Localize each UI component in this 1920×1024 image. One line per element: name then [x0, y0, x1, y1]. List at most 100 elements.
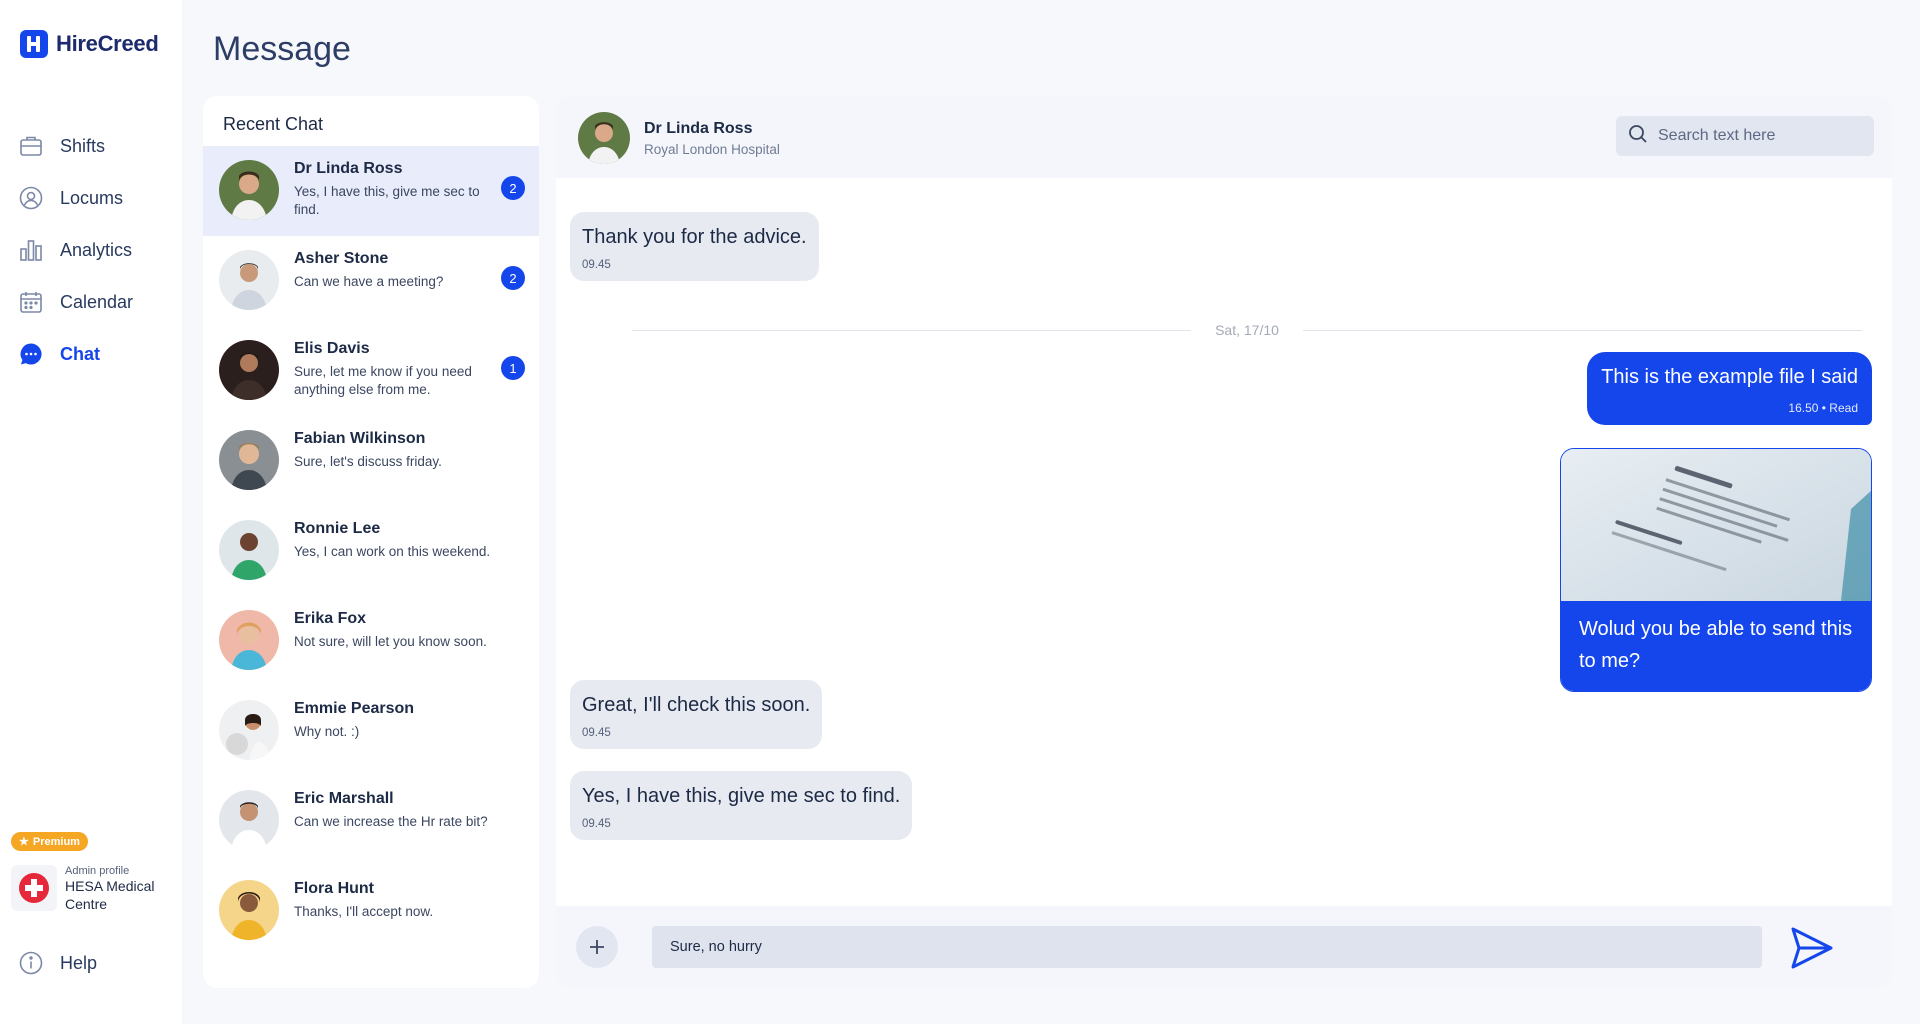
message-time: 09.45 [582, 727, 611, 739]
sidebar-item-locums[interactable]: Locums [18, 172, 168, 224]
unread-badge: 2 [501, 266, 525, 290]
contact-name: Dr Linda Ross [644, 120, 753, 137]
sidebar: HireCreed Shifts Locums Analytics Calend… [0, 0, 182, 1024]
message-text: This is the example file I said [1601, 366, 1858, 388]
chat-name: Dr Linda Ross [294, 160, 403, 177]
message-input[interactable] [652, 926, 1762, 968]
message-time: 09.45 [582, 259, 611, 271]
message-text: Thank you for the advice. [582, 226, 807, 248]
avatar [219, 880, 279, 940]
message-image-attachment[interactable]: Wolud you be able to send this to me? [1560, 448, 1872, 692]
recent-chat-title: Recent Chat [223, 114, 324, 134]
chat-preview: Yes, I have this, give me sec to find. [294, 184, 480, 217]
chat-name: Asher Stone [294, 250, 389, 267]
message-text: Yes, I have this, give me sec to find. [582, 785, 901, 807]
brand-name: HireCreed [56, 31, 159, 56]
bar-chart-icon [18, 237, 44, 263]
chat-bubble-icon [18, 341, 44, 367]
chat-item-elis-davis[interactable]: Elis Davis Sure, let me know if you need… [203, 326, 539, 416]
page-title: Message [213, 30, 351, 68]
help-label: Help [60, 952, 98, 973]
message-incoming: Thank you for the advice. 09.45 [570, 212, 819, 281]
search-box [1616, 116, 1874, 156]
sidebar-item-calendar[interactable]: Calendar [18, 276, 168, 328]
chat-name: Erika Fox [294, 610, 367, 627]
message-composer [556, 906, 1892, 988]
message-text: Great, I'll check this soon. [582, 694, 811, 716]
sidebar-item-analytics[interactable]: Analytics [18, 224, 168, 276]
main-nav: Shifts Locums Analytics Calendar Chat [18, 120, 168, 380]
chat-item-fabian-wilkinson[interactable]: Fabian Wilkinson Sure, let's discuss fri… [203, 416, 539, 506]
info-icon [18, 950, 44, 976]
avatar [219, 610, 279, 670]
user-circle-icon [18, 185, 44, 211]
send-icon [1791, 927, 1833, 969]
star-icon: ★ [19, 836, 29, 848]
chat-preview: Why not. :) [294, 724, 360, 739]
admin-caption: Admin profile [65, 865, 130, 877]
sidebar-item-label: Chat [60, 343, 100, 364]
sidebar-item-label: Calendar [60, 291, 134, 312]
chat-name: Flora Hunt [294, 880, 374, 897]
sidebar-item-chat[interactable]: Chat [18, 328, 168, 380]
search-input[interactable] [1658, 127, 1848, 145]
chat-preview: Sure, let me know if you need anything e… [294, 364, 472, 397]
date-separator: Sat, 17/10 [632, 320, 1863, 340]
premium-badge: ★ Premium [11, 832, 88, 851]
chat-preview: Sure, let's discuss friday. [294, 454, 442, 469]
premium-label: Premium [32, 835, 80, 848]
avatar [219, 790, 279, 850]
chat-item-erika-fox[interactable]: Erika Fox Not sure, will let you know so… [203, 596, 539, 686]
admin-profile[interactable]: Admin profile HESA Medical Centre [11, 865, 165, 913]
avatar [219, 700, 279, 760]
date-label: Sat, 17/10 [1215, 322, 1279, 338]
calendar-icon [18, 289, 44, 315]
avatar [219, 430, 279, 490]
recent-chat-panel: Recent Chat Dr Linda Ross Yes, I have th… [203, 96, 539, 988]
chat-item-eric-marshall[interactable]: Eric Marshall Can we increase the Hr rat… [203, 776, 539, 866]
plus-icon [590, 940, 604, 954]
document-photo [1561, 449, 1871, 601]
briefcase-icon [18, 133, 44, 159]
message-time: 16.50 • Read [1788, 401, 1858, 415]
chat-name: Fabian Wilkinson [294, 430, 426, 447]
chat-item-asher-stone[interactable]: Asher Stone Can we have a meeting? 2 [203, 236, 539, 326]
chat-preview: Yes, I can work on this weekend. [294, 544, 491, 559]
send-button[interactable] [1786, 924, 1838, 972]
chat-name: Ronnie Lee [294, 520, 381, 537]
unread-badge: 1 [501, 356, 525, 380]
chat-name: Eric Marshall [294, 790, 394, 807]
chat-preview: Can we increase the Hr rate bit? [294, 814, 488, 829]
message-time: 09.45 [582, 818, 611, 830]
search-icon [1628, 124, 1648, 149]
contact-avatar[interactable] [578, 112, 630, 164]
chat-preview: Thanks, I'll accept now. [294, 904, 434, 919]
chat-name: Emmie Pearson [294, 700, 415, 717]
chat-preview: Can we have a meeting? [294, 274, 444, 289]
brand-logo[interactable]: HireCreed [20, 30, 159, 58]
chat-item-emmie-pearson[interactable]: Emmie Pearson Why not. :) [203, 686, 539, 776]
clinic-logo [11, 865, 57, 911]
sidebar-item-shifts[interactable]: Shifts [18, 120, 168, 172]
help-link[interactable]: Help [18, 950, 97, 976]
add-attachment-button[interactable] [576, 926, 618, 968]
avatar [219, 340, 279, 400]
message-outgoing: This is the example file I said 16.50 • … [1587, 352, 1872, 425]
avatar [219, 250, 279, 310]
avatar [219, 520, 279, 580]
conversation-panel: Dr Linda Ross Royal London Hospital Than… [556, 96, 1892, 988]
chat-name: Elis Davis [294, 340, 370, 357]
sidebar-item-label: Shifts [60, 135, 106, 156]
message-incoming: Yes, I have this, give me sec to find. 0… [570, 771, 913, 840]
admin-name: HESA Medical Centre [65, 878, 155, 912]
chat-preview: Not sure, will let you know soon. [294, 634, 487, 649]
chat-item-flora-hunt[interactable]: Flora Hunt Thanks, I'll accept now. [203, 866, 539, 956]
attachment-caption: Wolud you be able to send this to me? [1561, 601, 1871, 691]
chat-item-linda-ross[interactable]: Dr Linda Ross Yes, I have this, give me … [203, 146, 539, 236]
avatar [219, 160, 279, 220]
chat-item-ronnie-lee[interactable]: Ronnie Lee Yes, I can work on this weeke… [203, 506, 539, 596]
message-incoming: Great, I'll check this soon. 09.45 [570, 680, 823, 749]
contact-organization: Royal London Hospital [644, 142, 780, 157]
logo-icon [20, 30, 48, 58]
sidebar-item-label: Locums [60, 187, 124, 208]
